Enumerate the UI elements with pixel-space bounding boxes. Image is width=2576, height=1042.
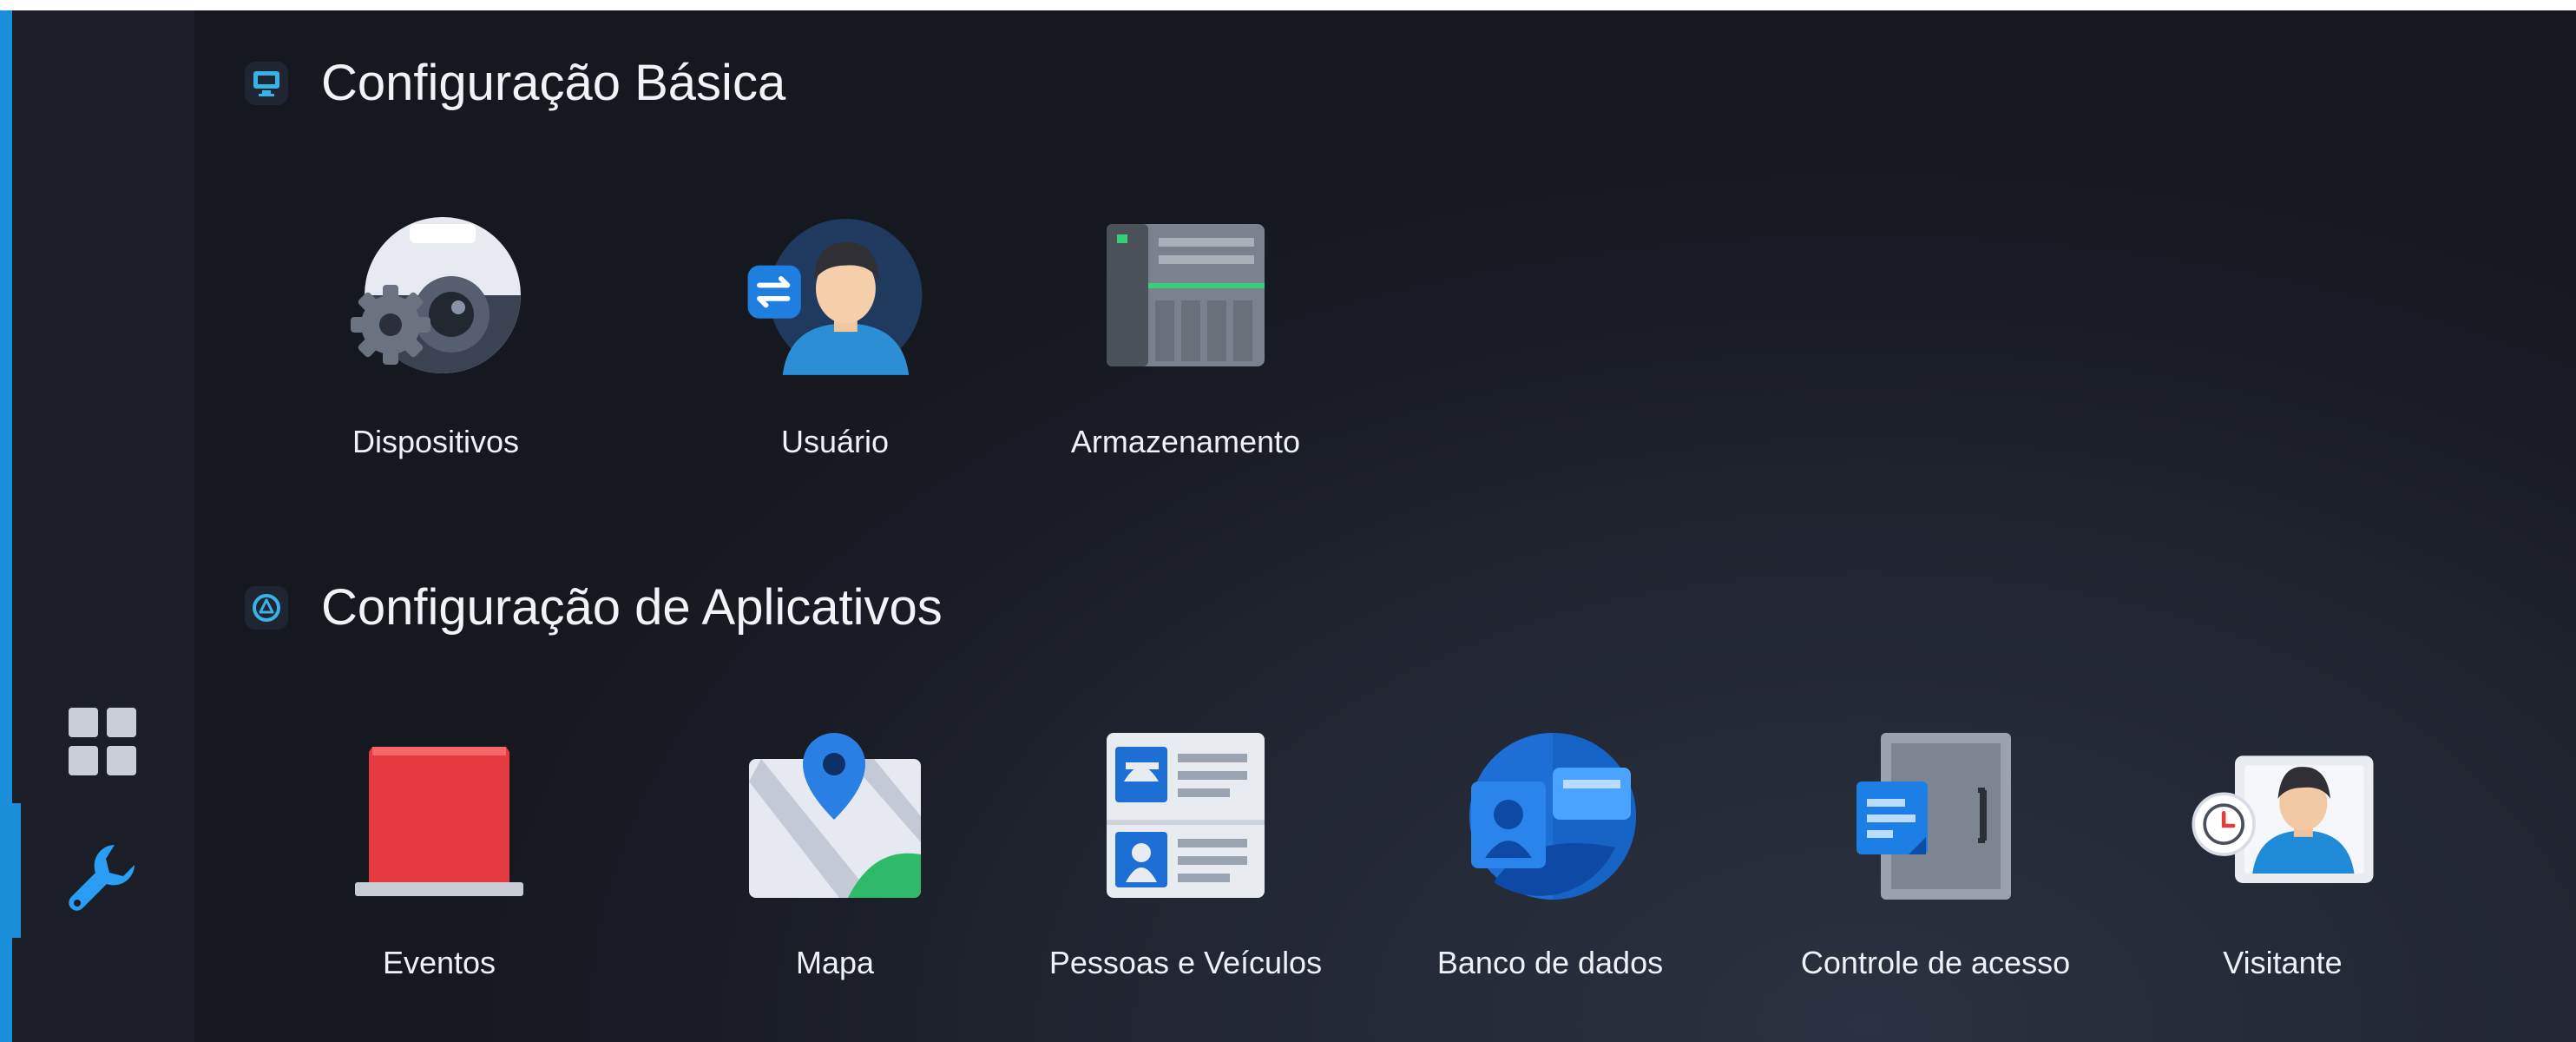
section-title: Configuração Básica	[321, 55, 786, 111]
tile-dispositivos[interactable]: Dispositivos	[297, 208, 575, 460]
tile-label: Armazenamento	[1070, 424, 1301, 459]
top-edge	[0, 0, 2576, 10]
active-rail-indicator	[12, 803, 21, 938]
tile-label: Banco de dados	[1436, 945, 1664, 980]
visitor-clock-icon	[2192, 755, 2374, 883]
user-switch-icon	[747, 219, 923, 375]
tile-eventos[interactable]: Eventos	[300, 729, 578, 981]
database-profile-icon	[1469, 733, 1636, 900]
alarm-light-icon	[355, 747, 523, 896]
tile-mapa[interactable]: Mapa	[696, 729, 974, 981]
apps-circle-icon	[245, 585, 288, 630]
left-rail	[12, 10, 194, 1042]
tile-label: Eventos	[382, 945, 496, 980]
section-app-config: Configuração de Aplicativos	[245, 578, 943, 636]
tile-armazenamento[interactable]: Armazenamento	[1047, 208, 1324, 460]
camera-gear-icon	[351, 217, 521, 373]
monitor-icon	[245, 61, 288, 105]
wrench-icon	[69, 845, 135, 911]
tile-pessoas-veiculos[interactable]: Pessoas e Veículos	[1047, 729, 1324, 981]
tile-label: Usuário	[780, 424, 890, 459]
tile-banco-de-dados[interactable]: Banco de dados	[1411, 729, 1689, 981]
tile-label: Dispositivos	[352, 424, 520, 459]
tile-controle-de-acesso[interactable]: Controle de acesso	[1797, 729, 2074, 981]
tile-visitante[interactable]: Visitante	[2144, 729, 2422, 981]
section-basic-config: Configuração Básica	[245, 54, 785, 112]
access-door-icon	[1856, 733, 2011, 900]
map-pin-icon	[749, 733, 921, 898]
grid-icon	[69, 708, 136, 775]
tile-label: Pessoas e Veículos	[1048, 945, 1323, 980]
section-title: Configuração de Aplicativos	[321, 579, 943, 636]
storage-server-icon	[1107, 224, 1265, 366]
tile-usuario[interactable]: Usuário	[696, 208, 974, 460]
left-accent-edge	[0, 10, 12, 1042]
id-cards-icon	[1107, 733, 1265, 898]
tile-label: Visitante	[2223, 945, 2343, 980]
tile-label: Controle de acesso	[1800, 945, 2071, 980]
tile-label: Mapa	[795, 945, 875, 980]
apps-grid-button[interactable]	[56, 695, 151, 790]
configuration-button[interactable]	[56, 831, 151, 927]
